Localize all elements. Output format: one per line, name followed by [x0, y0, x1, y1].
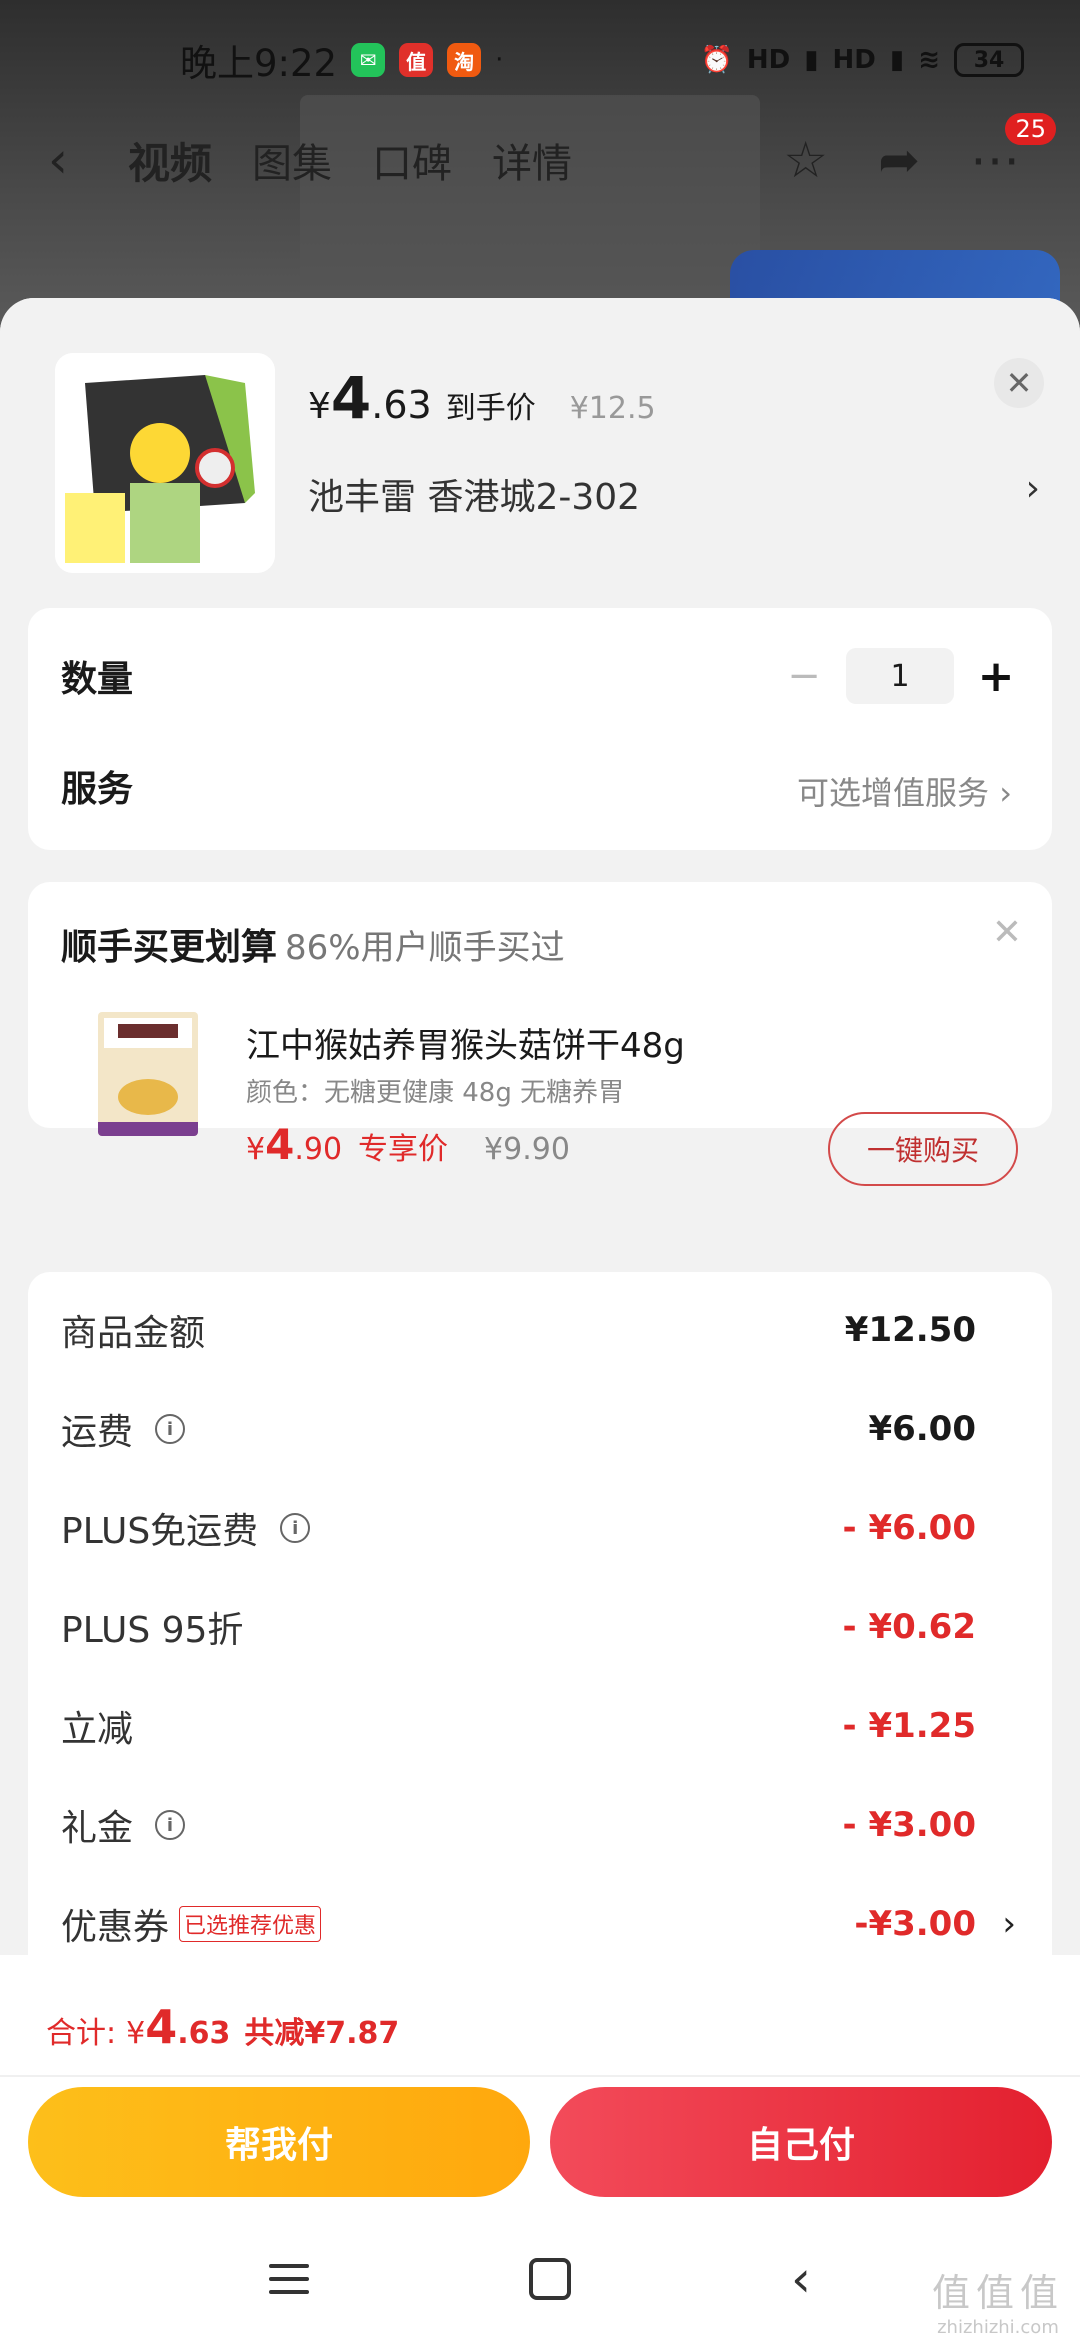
- product-image: [55, 353, 275, 573]
- chevron-right-icon[interactable]: ›: [1002, 1904, 1016, 1944]
- self-pay-button[interactable]: 自己付: [550, 2087, 1052, 2197]
- dot-icon: ·: [495, 45, 504, 75]
- plus-icon[interactable]: +: [976, 651, 1016, 702]
- back-icon[interactable]: ‹: [48, 131, 68, 189]
- share-icon[interactable]: ➦: [878, 131, 920, 189]
- taobao-icon: 淘: [447, 43, 482, 77]
- upsell-product-image: [98, 1012, 198, 1136]
- total-saved: 共减¥7.87: [244, 2016, 400, 2051]
- watermark: 值值值 zhizhizhi.com: [931, 2271, 1064, 2338]
- menu-icon[interactable]: [269, 2264, 309, 2294]
- back-icon[interactable]: ‹: [791, 2250, 811, 2308]
- upsell-subtitle: 86%用户顺手买过: [285, 928, 565, 968]
- tab-details[interactable]: 详情: [492, 131, 572, 189]
- quantity-stepper[interactable]: − 1 +: [784, 648, 1016, 704]
- coupon-row[interactable]: 优惠券 已选推荐优惠 -¥3.00 ›: [61, 1894, 1016, 1954]
- close-icon[interactable]: ✕: [994, 358, 1044, 408]
- tab-reviews[interactable]: 口碑: [372, 131, 452, 189]
- summary-row: PLUS免运费 i - ¥6.00: [61, 1508, 976, 1552]
- product-header: ¥ 4 .63 到手价 ¥12.5 ✕ 池丰雷 香港城2-302 ›: [0, 298, 1080, 608]
- summary-row: 运费 i ¥6.00: [61, 1409, 976, 1453]
- upsell-title: 顺手买更划算 86%用户顺手买过: [61, 927, 565, 968]
- service-label: 服务: [61, 769, 134, 810]
- summary-row: 立减 - ¥1.25: [61, 1706, 976, 1750]
- one-click-buy-button[interactable]: 一键购买: [828, 1112, 1018, 1186]
- upsell-price-tag: 专享价: [358, 1132, 449, 1167]
- zhidemai-icon: 值: [399, 43, 434, 77]
- close-icon[interactable]: ✕: [992, 912, 1022, 953]
- quantity-value[interactable]: 1: [846, 648, 954, 704]
- help-pay-button[interactable]: 帮我付: [28, 2087, 530, 2197]
- signal-bars-icon: ▮: [889, 45, 905, 75]
- upsell-original-price: ¥9.90: [484, 1132, 570, 1167]
- minus-icon[interactable]: −: [784, 653, 824, 699]
- wechat-icon: ✉: [351, 43, 386, 77]
- delivery-address[interactable]: 池丰雷 香港城2-302: [308, 468, 640, 520]
- status-right: ⏰ HD ▮ HD ▮ ≋ 34: [701, 43, 1024, 77]
- price-label: 到手价: [445, 391, 536, 426]
- nav-icons: ☆ ➦ ⋯ 25: [783, 113, 1080, 189]
- status-time: 晚上9:22: [180, 42, 338, 85]
- home-icon[interactable]: [529, 2258, 571, 2300]
- upsell-card: 顺手买更划算 86%用户顺手买过 ✕ 江中猴姑养胃猴头菇饼干48g 颜色：无糖更健…: [28, 882, 1052, 1186]
- top-nav: ‹ 视频 图集 口碑 详情 ☆ ➦ ⋯ 25: [0, 113, 1080, 200]
- divider: [0, 2075, 1080, 2077]
- alarm-icon: ⏰: [700, 45, 733, 75]
- summary-row: PLUS 95折 - ¥0.62: [61, 1607, 976, 1651]
- upsell-product-spec: 颜色：无糖更健康 48g 无糖养胃: [246, 1078, 625, 1108]
- message-badge: 25: [1005, 113, 1056, 145]
- signal-2: HD: [832, 45, 876, 75]
- chevron-right-icon[interactable]: ›: [1026, 468, 1040, 509]
- coupon-tag: 已选推荐优惠: [179, 1906, 322, 1942]
- summary-row: 商品金额 ¥12.50: [61, 1310, 976, 1354]
- info-icon[interactable]: i: [155, 1414, 186, 1444]
- tab-video[interactable]: 视频: [128, 130, 212, 191]
- star-icon[interactable]: ☆: [783, 131, 828, 189]
- signal-1: HD: [746, 45, 791, 75]
- upsell-price: ¥ 4 .90 专享价 ¥9.90: [246, 1120, 570, 1169]
- info-icon[interactable]: i: [155, 1810, 186, 1840]
- info-icon[interactable]: i: [280, 1513, 311, 1543]
- service-option[interactable]: 可选增值服务 ›: [797, 768, 1012, 814]
- original-price: ¥12.5: [569, 391, 656, 426]
- summary-row: 礼金 i - ¥3.00: [61, 1805, 976, 1849]
- upsell-product-name[interactable]: 江中猴姑养胃猴头菇饼干48g: [246, 1018, 685, 1067]
- system-nav-bar: ‹: [0, 2224, 1080, 2334]
- signal-bars-icon: ▮: [804, 45, 819, 75]
- product-price: ¥ 4 .63 到手价 ¥12.5: [308, 364, 656, 432]
- wifi-icon: ≋: [918, 45, 940, 75]
- tab-gallery[interactable]: 图集: [252, 131, 332, 189]
- quantity-service-card: 数量 − 1 + 服务 可选增值服务 ›: [28, 608, 1052, 850]
- battery-icon: 34: [954, 43, 1024, 77]
- quantity-label: 数量: [61, 659, 134, 700]
- total-amount: 合计: ¥ 4 .63 共减¥7.87: [46, 2000, 400, 2054]
- status-bar: 晚上9:22 ✉ 值 淘 · ⏰ HD ▮ HD ▮ ≋ 34: [0, 30, 1080, 90]
